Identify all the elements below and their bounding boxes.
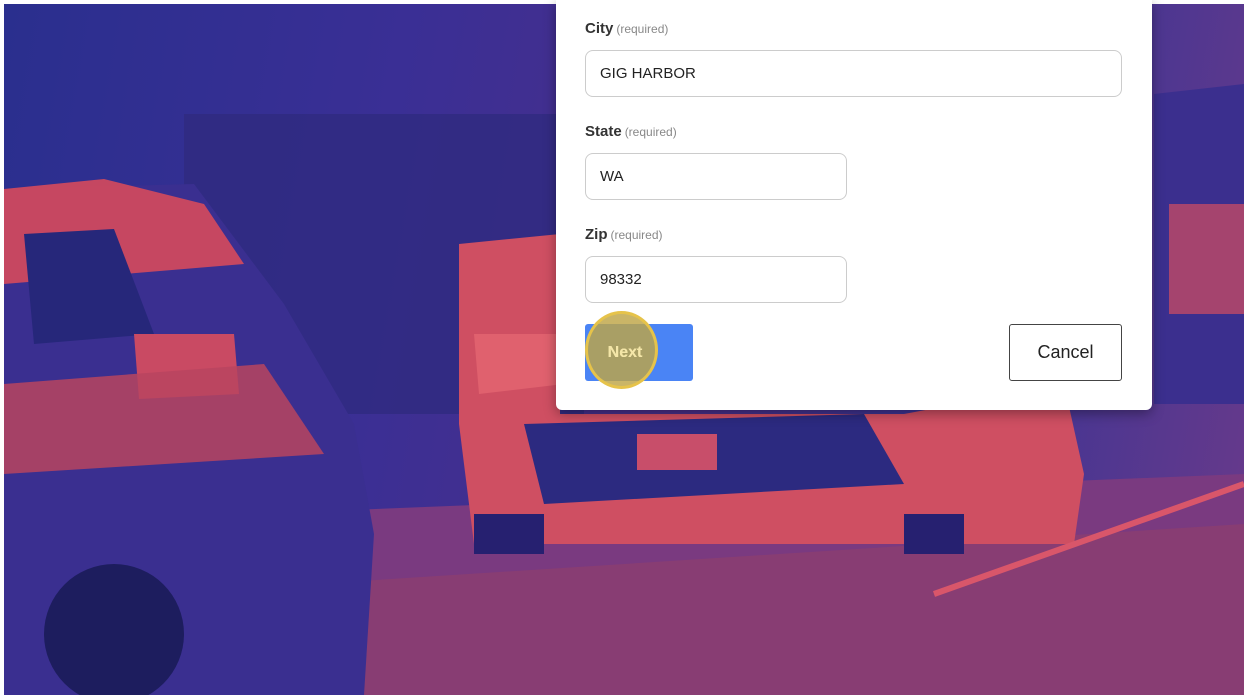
- next-button-label: Next: [607, 343, 643, 361]
- center-car-tire-left: [474, 514, 544, 554]
- city-required-hint: (required): [616, 22, 669, 36]
- city-label: City (required): [585, 20, 668, 37]
- zip-input[interactable]: 98332: [585, 256, 847, 303]
- center-car-headlight: [474, 334, 564, 394]
- state-required-hint: (required): [624, 125, 677, 139]
- right-car-rear: [1169, 204, 1244, 314]
- city-input[interactable]: GIG HARBOR: [585, 50, 1122, 97]
- zip-label-text: Zip: [585, 226, 608, 243]
- state-input-value: WA: [600, 168, 624, 185]
- zip-required-hint: (required): [610, 228, 663, 242]
- license-plate: [637, 434, 717, 470]
- city-label-text: City: [585, 20, 614, 37]
- address-dialog: City (required) GIG HARBOR State (required…: [556, 0, 1152, 410]
- center-car-tire-right: [904, 514, 964, 554]
- cancel-button-label: Cancel: [1037, 342, 1094, 362]
- city-input-value: GIG HARBOR: [600, 65, 696, 82]
- zip-label: Zip (required): [585, 226, 663, 243]
- state-label-text: State: [585, 123, 622, 140]
- zip-input-value: 98332: [600, 271, 642, 288]
- cancel-button[interactable]: Cancel: [1009, 324, 1122, 381]
- state-label: State (required): [585, 123, 677, 140]
- state-input[interactable]: WA: [585, 153, 847, 200]
